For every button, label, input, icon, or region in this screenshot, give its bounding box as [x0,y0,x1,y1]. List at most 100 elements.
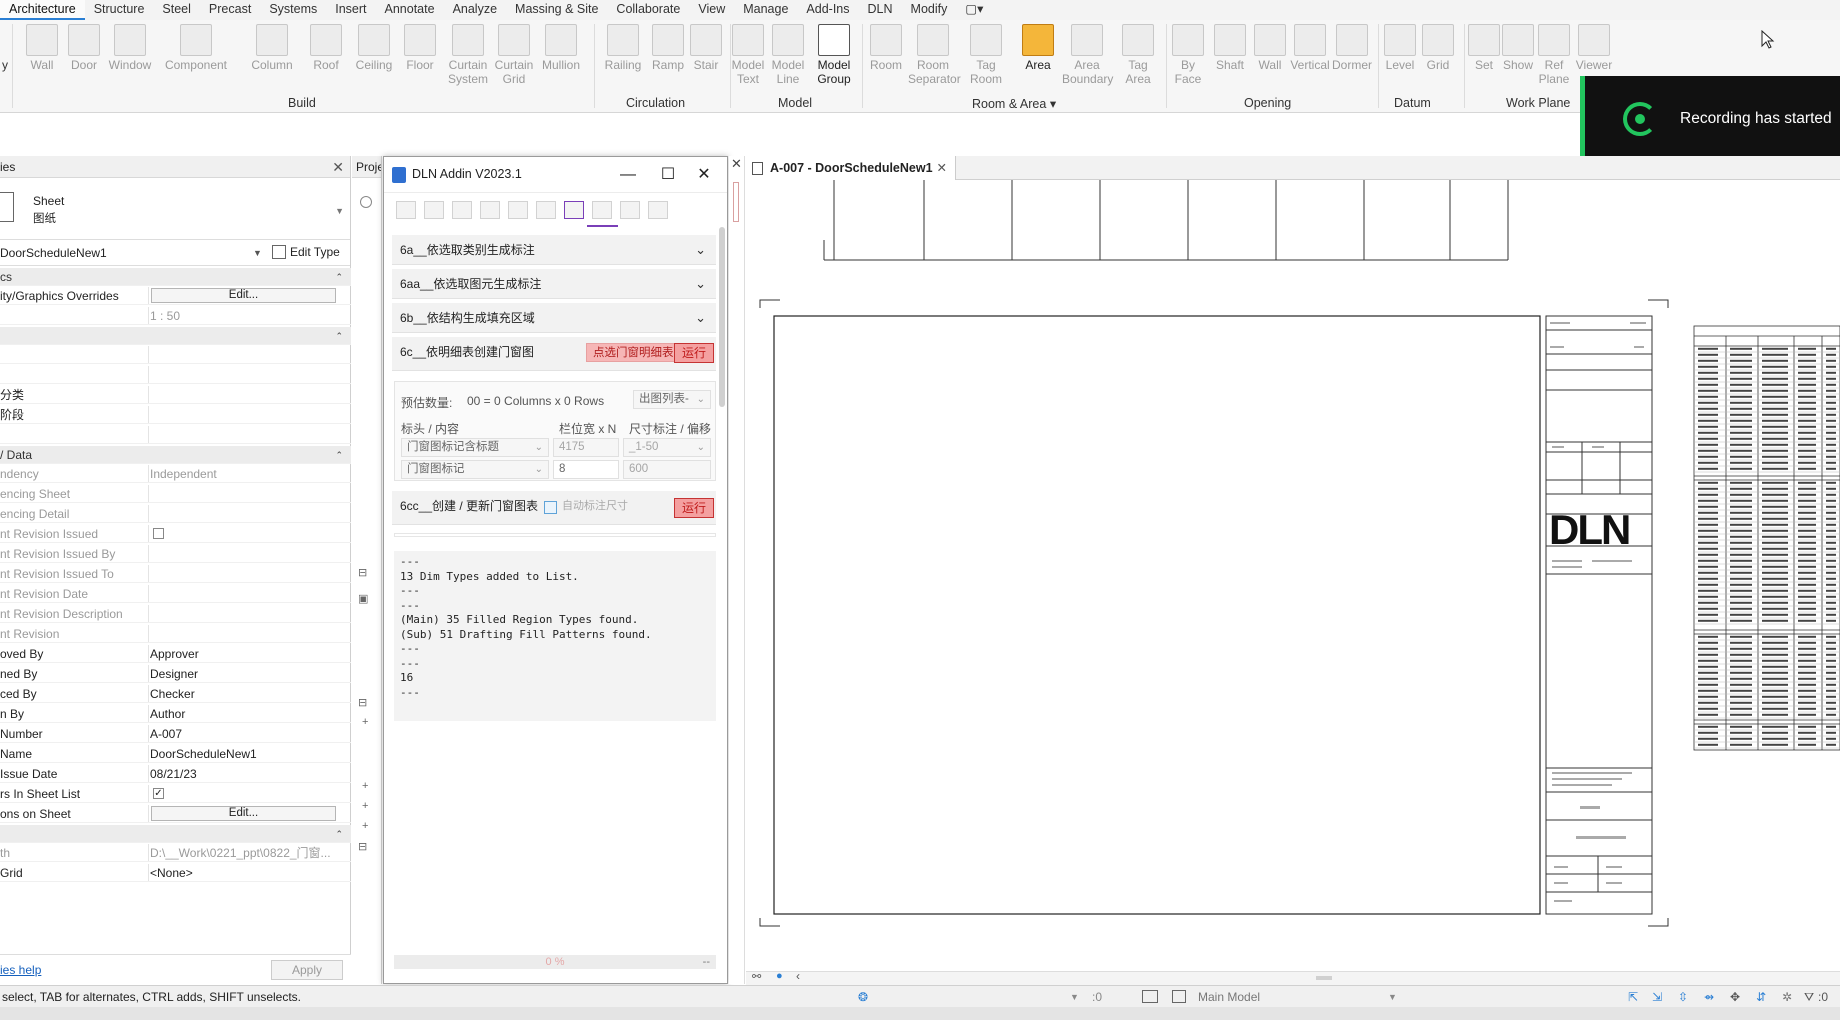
property-row[interactable]: Grid <None> [0,864,351,882]
tool-6-icon[interactable] [536,201,556,219]
floor-button[interactable]: Floor [400,24,440,72]
select-underlay-icon[interactable]: ⇲ [1652,986,1662,1008]
instance-selector[interactable]: DoorScheduleNew1 ▼ Edit Type [0,240,350,266]
tool-7-icon[interactable] [564,201,584,219]
property-row[interactable] [0,426,351,444]
select-pinned-icon[interactable]: ⇳ [1678,986,1688,1008]
tab-architecture[interactable]: Architecture [0,0,85,20]
collapse-icon[interactable]: ⌃ [335,825,343,843]
tool-2-icon[interactable] [424,201,444,219]
select-links-icon[interactable]: ⇱ [1628,986,1638,1008]
tool-1-icon[interactable] [396,201,416,219]
stair-button[interactable]: Stair [686,24,726,72]
property-value[interactable]: DoorScheduleNew1 [150,745,340,763]
view-tab-a-007[interactable]: A-007 - DoorScheduleNew1 ✕ [746,156,956,180]
property-row[interactable]: nt Revision Issued To [0,565,351,583]
tab-view[interactable]: View [689,0,734,20]
drag-elements-icon[interactable]: ✥ [1730,986,1740,1008]
curtain-system-button[interactable]: Curtain System [446,24,490,86]
strip-scroll-icon[interactable] [733,182,739,222]
collapse-icon[interactable]: ⌃ [335,268,343,286]
wall-opening-button[interactable]: Wall [1250,24,1290,72]
count-input[interactable]: 8 [553,460,619,479]
property-row[interactable]: Issue Date 08/21/23 [0,765,351,783]
show-button[interactable]: Show [1500,24,1536,72]
property-row[interactable]: 阶段 [0,406,351,424]
model-line-button[interactable]: Model Line [770,24,806,86]
close-icon[interactable]: ✕ [332,156,344,178]
property-row[interactable]: Number A-007 [0,725,351,743]
chevron-down-icon[interactable]: ▼ [1070,986,1079,1008]
close-icon[interactable]: ✕ [731,156,742,172]
filter-icon[interactable]: ⛛ [1804,986,1814,1008]
viewer-button[interactable]: Viewer [1574,24,1614,72]
level-button[interactable]: Level [1380,24,1420,72]
property-row[interactable]: nt Revision Issued [0,525,351,543]
tag-room-button[interactable]: Tag Room [966,24,1006,86]
room-area-panel-label[interactable]: Room & Area ▾ [972,96,1056,111]
section-6b[interactable]: 6b__依结构生成填充区域 ⌄ [392,303,716,333]
run-6c-button[interactable]: 运行 [674,343,714,363]
window-button[interactable]: Window [106,24,154,72]
property-value[interactable]: Checker [150,685,340,703]
property-checkbox[interactable]: ✓ [153,788,164,799]
workset-icon[interactable]: ❂ [858,986,868,1008]
select-by-face-icon[interactable]: ⇴ [1704,986,1714,1008]
tool-3-icon[interactable] [452,201,472,219]
view-scale-icon[interactable]: ⚯ [752,970,761,983]
dialog-scrollbar[interactable] [719,227,725,407]
property-row[interactable]: 1 : 50 [0,307,351,325]
tree-node-icon[interactable]: ▣ [358,592,368,605]
property-row[interactable]: th D:\__Work\0221_ppt\0822_门窗... [0,844,351,862]
tab-collaborate[interactable]: Collaborate [607,0,689,20]
edit-button[interactable]: Edit... [151,806,336,821]
property-row[interactable]: nt Revision Description [0,605,351,623]
grid-button[interactable]: Grid [1418,24,1458,72]
tab-add-ins[interactable]: Add-Ins [797,0,858,20]
property-value[interactable]: Designer [150,665,340,683]
vertical-button[interactable]: Vertical [1288,24,1332,72]
door-button[interactable]: Door [64,24,104,72]
property-group-header[interactable]: ⌃ [0,327,351,345]
ceiling-button[interactable]: Ceiling [350,24,398,72]
minimize-button[interactable]: — [608,163,648,187]
column-width-input[interactable]: 4175 [553,438,619,457]
design-options-icon[interactable] [1142,990,1158,1003]
tool-10-icon[interactable] [648,201,668,219]
output-list-select[interactable]: 出图列表- ⌄ [633,390,711,409]
property-value[interactable]: Author [150,705,340,723]
type-selector[interactable]: Sheet 图纸 ▼ [0,178,350,240]
collapse-icon[interactable]: ⌃ [335,327,343,345]
search-icon[interactable] [360,196,372,208]
close-button[interactable]: ✕ [684,163,724,187]
ramp-button[interactable]: Ramp [648,24,688,72]
tip-icon[interactable]: ● [776,970,783,982]
offset-input[interactable]: 600 [623,460,711,479]
property-value[interactable]: Approver [150,645,340,663]
property-group-header[interactable]: cs ⌃ [0,268,351,286]
tree-collapse-icon[interactable]: ⊟ [358,696,367,709]
property-row[interactable]: ndency Independent [0,465,351,483]
tab-manage[interactable]: Manage [734,0,797,20]
property-value[interactable]: Independent [150,465,340,483]
tab-steel[interactable]: Steel [153,0,200,20]
property-value[interactable]: <None> [150,864,340,882]
section-6aa[interactable]: 6aa__依选取图元生成标注 ⌄ [392,269,716,299]
pick-schedule-button[interactable]: 点选门窗明细表 [586,343,681,362]
property-row[interactable]: nt Revision Date [0,585,351,603]
property-value[interactable]: A-007 [150,725,340,743]
tag-select[interactable]: 门窗图标记 ⌄ [401,460,549,479]
model-text-button[interactable]: Model Text [730,24,766,86]
property-row[interactable]: oved By Approver [0,645,351,663]
chevron-down-icon[interactable]: ▼ [1388,986,1397,1008]
chevron-left-icon[interactable]: ‹ [796,969,800,983]
tab-dln[interactable]: DLN [859,0,902,20]
property-row[interactable]: encing Detail [0,505,351,523]
chevron-down-icon[interactable]: ▼ [335,206,344,216]
property-row[interactable]: nt Revision [0,625,351,643]
room-button[interactable]: Room [866,24,906,72]
tree-expand-icon[interactable]: + [362,716,368,728]
run-6cc-button[interactable]: 运行 [674,498,714,518]
apply-button[interactable]: Apply [271,960,343,980]
tool-5-icon[interactable] [508,201,528,219]
